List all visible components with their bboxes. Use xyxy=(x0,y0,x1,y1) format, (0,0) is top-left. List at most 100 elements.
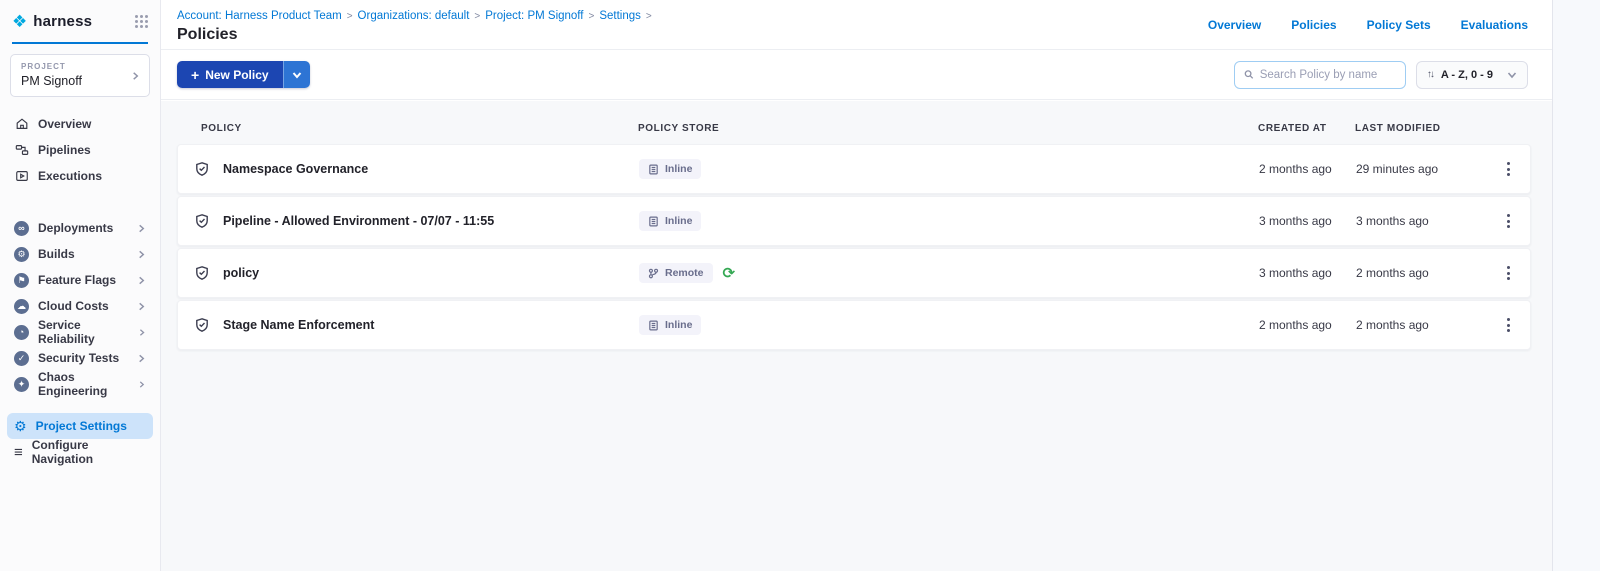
tab-overview[interactable]: Overview xyxy=(1208,18,1261,32)
sort-dropdown[interactable]: ↑↓ A - Z, 0 - 9 xyxy=(1416,61,1528,89)
sidebar-item-deployments[interactable]: ∞ Deployments xyxy=(0,215,160,241)
shield-check-icon xyxy=(194,265,210,281)
table-row[interactable]: Pipeline - Allowed Environment - 07/07 -… xyxy=(177,196,1531,246)
sidebar-item-label: Project Settings xyxy=(36,419,127,433)
project-selector-value: PM Signoff xyxy=(21,74,139,88)
chevron-right-icon xyxy=(138,328,146,337)
sidebar-item-label: Configure Navigation xyxy=(32,438,146,466)
cloud-costs-icon: ☁ xyxy=(14,299,29,314)
deployments-icon: ∞ xyxy=(14,221,29,236)
sidebar-item-executions[interactable]: Executions xyxy=(0,163,160,189)
last-modified: 2 months ago xyxy=(1356,266,1490,280)
column-header-created-at: CREATED AT xyxy=(1258,123,1355,134)
breadcrumb-separator: > xyxy=(347,11,353,22)
sidebar-spacer xyxy=(0,397,160,413)
tab-policy-sets[interactable]: Policy Sets xyxy=(1367,18,1431,32)
column-header-last-modified: LAST MODIFIED xyxy=(1355,123,1491,134)
breadcrumb-separator: > xyxy=(589,11,595,22)
service-reliability-icon: ◔ xyxy=(14,325,29,340)
sidebar-item-cloud-costs[interactable]: ☁ Cloud Costs xyxy=(0,293,160,319)
policy-name-cell: policy xyxy=(194,265,639,281)
column-header-policy-store: POLICY STORE xyxy=(638,123,1258,134)
row-menu-kebab-icon[interactable] xyxy=(1503,158,1514,180)
chevron-right-icon xyxy=(138,380,146,389)
breadcrumb-settings[interactable]: Settings xyxy=(599,10,641,22)
sync-icon[interactable]: ⟳ xyxy=(723,266,736,281)
chevron-right-icon xyxy=(137,276,146,285)
project-selector[interactable]: PROJECT PM Signoff xyxy=(10,54,150,97)
sidebar-item-label: Deployments xyxy=(38,221,113,235)
sidebar-item-configure-navigation[interactable]: ≡ Configure Navigation xyxy=(0,439,160,465)
sidebar-item-label: Executions xyxy=(38,169,102,183)
new-policy-button-label: New Policy xyxy=(205,68,268,82)
home-icon xyxy=(14,117,29,131)
chevron-right-icon xyxy=(131,71,140,80)
policy-name: Namespace Governance xyxy=(223,162,368,176)
sidebar-item-service-reliability[interactable]: ◔ Service Reliability xyxy=(0,319,160,345)
table-row[interactable]: Namespace Governance Inline 2 months ago… xyxy=(177,144,1531,194)
search-input[interactable] xyxy=(1260,69,1396,81)
policies-content: POLICY POLICY STORE CREATED AT LAST MODI… xyxy=(161,101,1552,571)
store-badge-label: Inline xyxy=(665,215,692,227)
pipelines-icon xyxy=(14,143,29,157)
sidebar-item-label: Service Reliability xyxy=(38,318,129,346)
breadcrumb-organization[interactable]: Organizations: default xyxy=(358,10,470,22)
sidebar-item-overview[interactable]: Overview xyxy=(0,111,160,137)
table-row[interactable]: Stage Name Enforcement Inline 2 months a… xyxy=(177,300,1531,350)
store-badge-inline: Inline xyxy=(639,211,701,231)
breadcrumb-separator: > xyxy=(646,11,652,22)
harness-logo-icon: ❖ xyxy=(12,13,27,30)
store-badge-label: Inline xyxy=(665,319,692,331)
gear-icon: ⚙ xyxy=(14,419,27,433)
created-at: 3 months ago xyxy=(1259,266,1356,280)
inline-document-icon xyxy=(648,216,659,227)
sidebar-item-builds[interactable]: ⚙ Builds xyxy=(0,241,160,267)
policy-name-cell: Stage Name Enforcement xyxy=(194,317,639,333)
tab-evaluations[interactable]: Evaluations xyxy=(1461,18,1528,32)
sidebar-item-label: Cloud Costs xyxy=(38,299,109,313)
chevron-right-icon xyxy=(137,224,146,233)
executions-icon xyxy=(14,169,29,183)
breadcrumb-account[interactable]: Account: Harness Product Team xyxy=(177,10,342,22)
sidebar-item-security-tests[interactable]: ✓ Security Tests xyxy=(0,345,160,371)
toolbar-right: ↑↓ A - Z, 0 - 9 xyxy=(1234,61,1528,89)
inline-document-icon xyxy=(648,320,659,331)
sidebar-item-label: Overview xyxy=(38,117,91,131)
sidebar-item-label: Builds xyxy=(38,247,75,261)
tab-policies[interactable]: Policies xyxy=(1291,18,1336,32)
row-menu-kebab-icon[interactable] xyxy=(1503,262,1514,284)
sidebar-item-label: Security Tests xyxy=(38,351,119,365)
main-panel: Account: Harness Product Team > Organiza… xyxy=(161,0,1553,571)
project-selector-label: PROJECT xyxy=(21,62,139,71)
policy-store-cell: Remote ⟳ xyxy=(639,263,1259,283)
chevron-right-icon xyxy=(137,354,146,363)
sidebar-item-label: Chaos Engineering xyxy=(38,370,129,398)
sidebar-item-chaos-engineering[interactable]: ✦ Chaos Engineering xyxy=(0,371,160,397)
created-at: 2 months ago xyxy=(1259,318,1356,332)
shield-check-icon xyxy=(194,161,210,177)
builds-icon: ⚙ xyxy=(14,247,29,262)
new-policy-button[interactable]: + New Policy xyxy=(177,61,283,88)
sidebar-item-project-settings[interactable]: ⚙ Project Settings xyxy=(7,413,153,439)
store-badge-label: Inline xyxy=(665,163,692,175)
chevron-down-icon xyxy=(292,70,302,80)
app-grid-icon[interactable] xyxy=(135,15,148,28)
chevron-right-icon xyxy=(137,250,146,259)
store-badge-remote: Remote xyxy=(639,263,713,283)
sort-icon: ↑↓ xyxy=(1427,69,1433,80)
row-menu-kebab-icon[interactable] xyxy=(1503,210,1514,232)
breadcrumb-project[interactable]: Project: PM Signoff xyxy=(485,10,583,22)
git-branch-icon xyxy=(648,268,659,279)
policy-name: policy xyxy=(223,266,259,280)
row-menu-kebab-icon[interactable] xyxy=(1503,314,1514,336)
last-modified: 2 months ago xyxy=(1356,318,1490,332)
feature-flags-icon: ⚑ xyxy=(14,273,29,288)
store-badge-inline: Inline xyxy=(639,159,701,179)
sidebar-item-pipelines[interactable]: Pipelines xyxy=(0,137,160,163)
table-row[interactable]: policy Remote ⟳ 3 months ago 2 months ag… xyxy=(177,248,1531,298)
inline-document-icon xyxy=(648,164,659,175)
sidebar-item-feature-flags[interactable]: ⚑ Feature Flags xyxy=(0,267,160,293)
brand-name: harness xyxy=(33,13,129,30)
new-policy-dropdown-button[interactable] xyxy=(283,61,310,88)
sidebar: ❖ harness PROJECT PM Signoff Overview Pi… xyxy=(0,0,161,571)
